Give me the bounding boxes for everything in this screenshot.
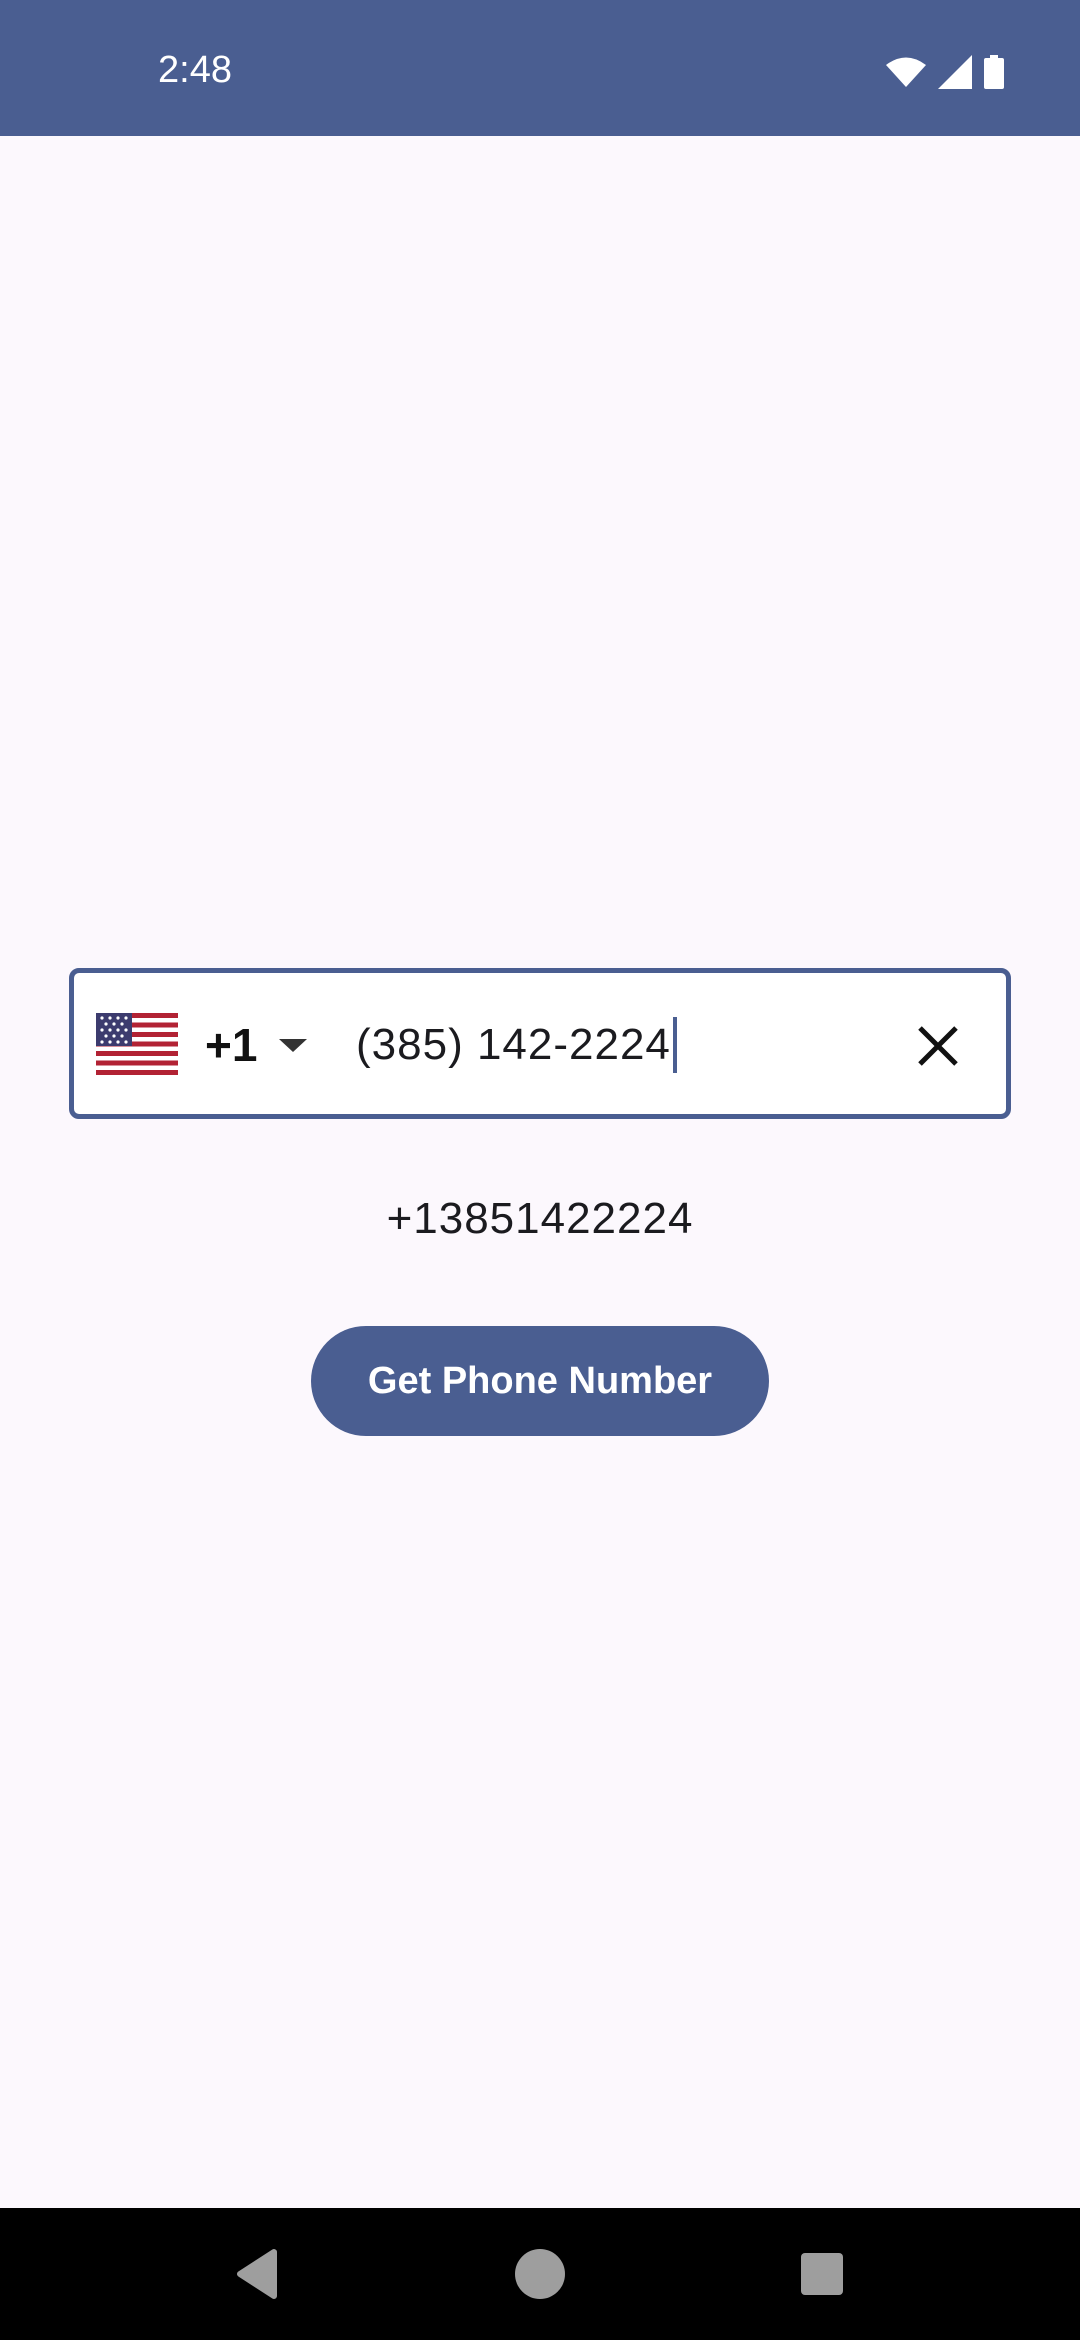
navigation-bar (0, 2208, 1080, 2340)
status-icons (886, 54, 1004, 90)
battery-icon (984, 55, 1004, 89)
cell-signal-icon (938, 55, 972, 89)
wifi-icon (886, 57, 926, 87)
close-icon (918, 1026, 958, 1066)
get-phone-number-button[interactable]: Get Phone Number (311, 1326, 769, 1436)
formatted-phone-number: +13851422224 (386, 1194, 694, 1243)
country-dial-code[interactable]: +1 (205, 1018, 257, 1072)
us-flag-icon[interactable] (96, 1013, 178, 1075)
phone-number-value: (385) 142-2224 (356, 1020, 671, 1069)
back-icon[interactable] (222, 2238, 294, 2310)
recents-icon[interactable] (786, 2238, 858, 2310)
text-cursor (672, 1017, 677, 1073)
clear-button[interactable] (910, 1018, 966, 1074)
phone-number-field[interactable]: +1 (385) 142-2224 (69, 968, 1011, 1119)
phone-number-input[interactable]: (385) 142-2224 (356, 1016, 876, 1074)
home-icon[interactable] (504, 2238, 576, 2310)
status-bar: 2:48 (0, 0, 1080, 136)
chevron-down-icon[interactable] (279, 1039, 307, 1052)
status-time: 2:48 (158, 49, 232, 91)
